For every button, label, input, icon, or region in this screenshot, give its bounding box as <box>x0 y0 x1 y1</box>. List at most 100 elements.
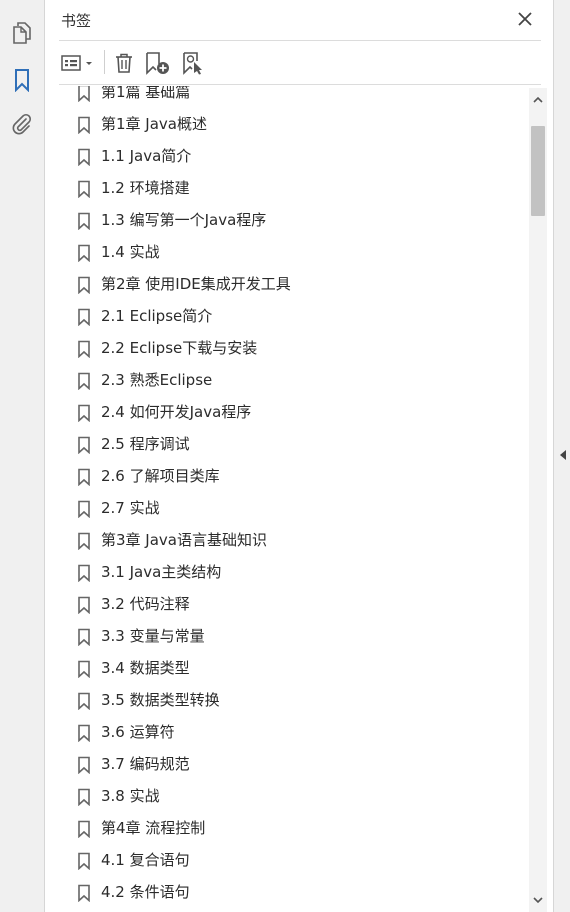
bookmark-item[interactable]: 4.2 条件语句 <box>45 876 529 908</box>
scroll-down-button[interactable] <box>529 892 547 908</box>
bookmark-label: 2.6 了解项目类库 <box>101 467 220 485</box>
bookmark-label: 2.4 如何开发Java程序 <box>101 403 252 421</box>
bookmark-icon <box>78 884 90 902</box>
bookmark-item[interactable]: 3.3 变量与常量 <box>45 620 529 652</box>
bookmark-item[interactable]: 第1章 Java概述 <box>45 108 529 140</box>
bookmark-item[interactable]: 3.6 运算符 <box>45 716 529 748</box>
bookmark-label: 2.1 Eclipse简介 <box>101 307 213 325</box>
bookmark-item[interactable]: 2.4 如何开发Java程序 <box>45 396 529 428</box>
bookmark-item[interactable]: 1.1 Java简介 <box>45 140 529 172</box>
bookmark-item[interactable]: 3.8 实战 <box>45 780 529 812</box>
bookmark-item[interactable]: 第4章 流程控制 <box>45 812 529 844</box>
bookmarks-toolbar <box>45 44 553 82</box>
bookmark-label: 1.3 编写第一个Java程序 <box>101 211 267 229</box>
bookmark-label: 第3章 Java语言基础知识 <box>101 531 267 549</box>
delete-bookmark-button[interactable] <box>111 48 137 78</box>
bookmark-label: 3.2 代码注释 <box>101 595 190 613</box>
bookmark-item[interactable]: 1.4 实战 <box>45 236 529 268</box>
bookmark-list-scrollbar[interactable] <box>529 88 547 912</box>
panel-header: 书签 <box>45 0 553 40</box>
bookmark-item[interactable]: 1.3 编写第一个Java程序 <box>45 204 529 236</box>
bookmark-label: 第1章 Java概述 <box>101 115 207 133</box>
panel-title: 书签 <box>61 12 92 30</box>
attachments-button[interactable] <box>7 110 37 140</box>
bookmark-icon <box>78 820 90 838</box>
chevron-up-icon <box>533 96 543 103</box>
attachment-icon <box>12 113 32 135</box>
bookmark-label: 第4章 流程控制 <box>101 819 206 837</box>
bookmark-icon <box>78 86 90 102</box>
bookmark-icon <box>78 564 90 582</box>
bookmark-label: 2.2 Eclipse下载与安装 <box>101 339 258 357</box>
bookmark-icon <box>78 436 90 454</box>
bookmark-icon <box>78 148 90 166</box>
bookmark-label: 4.1 复合语句 <box>101 851 190 869</box>
bookmark-icon <box>78 340 90 358</box>
bookmark-label: 2.7 实战 <box>101 499 160 517</box>
bookmark-item[interactable]: 2.3 熟悉Eclipse <box>45 364 529 396</box>
bookmark-item[interactable]: 1.2 环境搭建 <box>45 172 529 204</box>
bookmark-item[interactable]: 2.6 了解项目类库 <box>45 460 529 492</box>
toolbar-separator <box>104 50 105 74</box>
bookmark-icon <box>78 692 90 710</box>
bookmark-list[interactable]: 第1篇 基础篇第1章 Java概述 1.1 Java简介 1.2 环境搭建 1.3 编… <box>45 86 529 912</box>
options-menu-button[interactable] <box>59 48 97 78</box>
bookmark-icon <box>15 69 29 92</box>
bookmark-icon <box>78 308 90 326</box>
options-menu-icon <box>61 55 92 71</box>
scroll-thumb[interactable] <box>531 126 545 216</box>
bookmark-icon <box>78 660 90 678</box>
bookmark-icon <box>78 404 90 422</box>
triangle-left-icon <box>560 450 566 460</box>
bookmark-icon <box>78 500 90 518</box>
pages-icon <box>13 22 31 44</box>
close-panel-button[interactable] <box>515 9 535 29</box>
bookmark-item[interactable]: 3.5 数据类型转换 <box>45 684 529 716</box>
bookmark-item[interactable]: 3.2 代码注释 <box>45 588 529 620</box>
bookmark-label: 3.8 实战 <box>101 787 160 805</box>
scroll-up-button[interactable] <box>529 92 547 108</box>
bookmark-icon <box>78 852 90 870</box>
bookmark-label: 1.1 Java简介 <box>101 147 192 165</box>
bookmark-label: 2.5 程序调试 <box>101 435 190 453</box>
bookmarks-button[interactable] <box>7 65 37 95</box>
bookmark-icon <box>78 532 90 550</box>
bookmarks-panel: 书签 第1篇 基础篇 第1章 Java概述 1.1 Java简介 1.2 环境搭… <box>45 0 553 912</box>
delete-icon <box>116 53 132 73</box>
bookmark-item[interactable]: 2.5 程序调试 <box>45 428 529 460</box>
bookmark-label: 第1篇 基础篇 <box>101 86 191 101</box>
bookmark-item[interactable]: 2.2 Eclipse下载与安装 <box>45 332 529 364</box>
collapse-pane-button[interactable] <box>558 448 568 462</box>
bookmark-label: 3.7 编码规范 <box>101 755 190 773</box>
bookmark-label: 2.3 熟悉Eclipse <box>101 371 213 389</box>
bookmark-icon <box>78 596 90 614</box>
new-bookmark-button[interactable] <box>143 48 171 78</box>
bookmark-item[interactable]: 3.1 Java主类结构 <box>45 556 529 588</box>
bookmark-item[interactable]: 4.1 复合语句 <box>45 844 529 876</box>
bookmark-item[interactable]: 3.7 编码规范 <box>45 748 529 780</box>
bookmark-item[interactable]: 第1篇 基础篇 <box>45 86 529 108</box>
bookmark-item[interactable]: 2.7 实战 <box>45 492 529 524</box>
bookmark-item[interactable]: 第2章 使用IDE集成开发工具 <box>45 268 529 300</box>
bookmarks-pane-window: 书签 第1篇 基础篇 第1章 Java概述 1.1 Java简介 1.2 环境搭… <box>0 0 570 912</box>
bookmark-icon <box>78 756 90 774</box>
bookmark-icon <box>78 724 90 742</box>
bookmark-icon <box>78 212 90 230</box>
bookmark-icon <box>78 628 90 646</box>
bookmark-list-content: 第1篇 基础篇第1章 Java概述 1.1 Java简介 1.2 环境搭建 1.3 编… <box>45 86 529 908</box>
bookmark-item[interactable]: 3.4 数据类型 <box>45 652 529 684</box>
header-divider <box>59 40 541 41</box>
bookmark-item[interactable]: 第3章 Java语言基础知识 <box>45 524 529 556</box>
bookmark-icon <box>78 244 90 262</box>
bookmark-icon <box>78 116 90 134</box>
bookmark-label: 3.6 运算符 <box>101 723 175 741</box>
bookmark-item[interactable]: 2.1 Eclipse简介 <box>45 300 529 332</box>
bookmark-from-selection-button[interactable] <box>179 48 207 78</box>
page-thumbnails-button[interactable] <box>7 18 37 48</box>
close-icon <box>518 12 532 26</box>
right-pane-collapse-strip <box>553 0 570 912</box>
chevron-down-icon <box>533 897 543 904</box>
bookmark-label: 1.4 实战 <box>101 243 160 261</box>
bookmark-label: 第2章 使用IDE集成开发工具 <box>101 275 291 293</box>
bookmark-label: 3.1 Java主类结构 <box>101 563 222 581</box>
